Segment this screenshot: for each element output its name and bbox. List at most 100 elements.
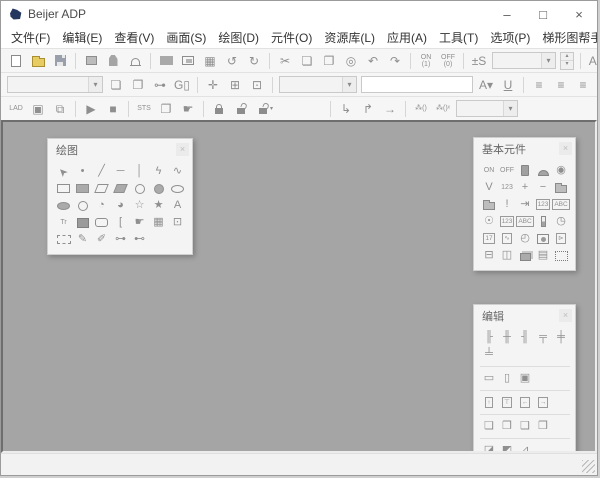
state-all-button[interactable]: ❏ bbox=[106, 76, 126, 94]
multitext-tool[interactable]: Tr bbox=[54, 215, 73, 231]
align-left-button[interactable]: ╟ bbox=[480, 330, 498, 346]
goto-screen-tool[interactable]: ⇥ bbox=[516, 197, 534, 213]
scale-tool[interactable]: ⊡ bbox=[168, 215, 187, 231]
numeric-entry-tool[interactable]: 123 bbox=[534, 197, 552, 213]
position-top-button[interactable]: ⊤ bbox=[498, 395, 516, 411]
crosshair-button[interactable]: ✛ bbox=[203, 76, 223, 94]
find-button[interactable]: ◎ bbox=[341, 52, 361, 70]
slider-h-tool[interactable]: ⊟ bbox=[480, 248, 498, 264]
image-tool[interactable] bbox=[73, 215, 92, 231]
group-button[interactable]: ◪ bbox=[480, 443, 498, 454]
flip-button[interactable]: ⊿ bbox=[516, 443, 534, 454]
new-button[interactable] bbox=[6, 52, 26, 70]
off-state-button[interactable]: OFF(0) bbox=[438, 52, 458, 70]
menu-draw[interactable]: 绘图(D) bbox=[212, 27, 265, 48]
screen-open-tool[interactable] bbox=[552, 180, 570, 196]
align-top-button[interactable]: ╤ bbox=[534, 330, 552, 346]
table-tool[interactable]: ▦ bbox=[149, 215, 168, 231]
stop-button[interactable]: ■ bbox=[103, 100, 123, 118]
screen-combobox[interactable]: ▾ bbox=[7, 76, 103, 93]
download-button[interactable] bbox=[81, 52, 101, 70]
drawing-palette-close-button[interactable]: × bbox=[176, 143, 189, 156]
text-library-button[interactable]: A▯ bbox=[586, 52, 597, 70]
circle-tool[interactable] bbox=[130, 181, 149, 197]
alarm-display-tool[interactable]: ! bbox=[498, 197, 516, 213]
cut-button[interactable]: ✂ bbox=[275, 52, 295, 70]
trend-tool[interactable]: ∿ bbox=[498, 231, 516, 247]
menu-options[interactable]: 选项(P) bbox=[484, 27, 536, 48]
state-arrow-button[interactable]: ❐ bbox=[128, 76, 148, 94]
pie-tool[interactable]: ◔ bbox=[92, 198, 111, 214]
on-tool[interactable]: ON bbox=[480, 163, 498, 179]
screen-list-button[interactable]: ▦ bbox=[200, 52, 220, 70]
menu-screen[interactable]: 画面(S) bbox=[160, 27, 212, 48]
redo-button[interactable]: ↷ bbox=[385, 52, 405, 70]
position-up-button[interactable]: ↑ bbox=[480, 395, 498, 411]
zoom-combobox[interactable]: ▾ bbox=[456, 100, 518, 117]
text-input[interactable] bbox=[361, 76, 473, 93]
arrow-down-right-button[interactable]: ↳ bbox=[336, 100, 356, 118]
align-hcenter-button[interactable]: ╪ bbox=[552, 330, 570, 346]
lock-button[interactable] bbox=[209, 100, 229, 118]
ascii-entry-tool[interactable]: ABC bbox=[552, 197, 570, 213]
increment-tool[interactable]: + bbox=[516, 180, 534, 196]
simulate-button[interactable]: ±S bbox=[469, 52, 489, 70]
date-tool[interactable]: 17 bbox=[480, 231, 498, 247]
menu-edit[interactable]: 编辑(E) bbox=[56, 27, 108, 48]
edit-palette-close-button[interactable]: × bbox=[559, 309, 572, 322]
align-left-button[interactable]: ≡ bbox=[529, 76, 549, 94]
parallelogram-filled-tool[interactable] bbox=[111, 181, 130, 197]
stamp-tool[interactable]: ☛ bbox=[130, 215, 149, 231]
meter-tool[interactable]: ◷ bbox=[552, 214, 570, 230]
menu-object[interactable]: 元件(O) bbox=[265, 27, 318, 48]
point-tool[interactable]: • bbox=[73, 164, 92, 180]
basic-palette-close-button[interactable]: × bbox=[559, 142, 572, 155]
bit-state-button[interactable]: ⊶ bbox=[150, 76, 170, 94]
decrement-tool[interactable]: − bbox=[534, 180, 552, 196]
numeric-state-tool[interactable]: 123 bbox=[498, 180, 516, 196]
parallelogram-tool[interactable] bbox=[92, 181, 111, 197]
status-button[interactable]: STS bbox=[134, 100, 154, 118]
minimize-button[interactable]: – bbox=[489, 1, 525, 27]
dynamic-rect-tool[interactable] bbox=[552, 248, 570, 264]
polyline-tool[interactable]: ϟ bbox=[149, 164, 168, 180]
line-tool[interactable]: ╱ bbox=[92, 164, 111, 180]
multistate-tool[interactable] bbox=[516, 248, 534, 264]
screen-button[interactable] bbox=[156, 52, 176, 70]
ellipse-filled-tool[interactable] bbox=[54, 198, 73, 214]
pie-filled-tool[interactable]: ◕ bbox=[111, 198, 130, 214]
bar-tool[interactable] bbox=[534, 214, 552, 230]
state-combobox[interactable]: ▾ bbox=[492, 52, 556, 69]
grid-button[interactable]: ⊞ bbox=[225, 76, 245, 94]
indicator-tool[interactable]: ◉ bbox=[552, 163, 570, 179]
bring-forward-button[interactable]: ❑ bbox=[516, 419, 534, 435]
snap-button[interactable]: ⊡ bbox=[247, 76, 267, 94]
state-graphic-tool[interactable] bbox=[534, 231, 552, 247]
same-height-button[interactable]: ▯ bbox=[498, 371, 516, 387]
next-screen-button[interactable]: ↻ bbox=[244, 52, 264, 70]
moving-sign-tool[interactable]: ⊳ bbox=[552, 231, 570, 247]
menu-view[interactable]: 查看(V) bbox=[108, 27, 160, 48]
close-button[interactable]: × bbox=[561, 1, 597, 27]
frame-tool[interactable] bbox=[54, 232, 73, 248]
position-right-button[interactable]: → bbox=[534, 395, 552, 411]
column-tool[interactable]: ▤ bbox=[534, 248, 552, 264]
button-tool[interactable] bbox=[534, 163, 552, 179]
submacro-button[interactable]: ⁂()ˣ bbox=[433, 100, 453, 118]
menu-library[interactable]: 资源库(L) bbox=[318, 27, 381, 48]
ungroup-button[interactable]: ◩ bbox=[498, 443, 516, 454]
state-spinner[interactable]: ▴▾ bbox=[560, 52, 574, 70]
maximize-button[interactable]: □ bbox=[525, 1, 561, 27]
link2-tool[interactable]: ⊷ bbox=[130, 232, 149, 248]
text-tool[interactable]: A bbox=[168, 198, 187, 214]
align-right-button[interactable]: ≡ bbox=[573, 76, 593, 94]
resize-grip[interactable] bbox=[582, 460, 595, 473]
brush-tool[interactable]: ✐ bbox=[92, 232, 111, 248]
position-left-button[interactable]: ← bbox=[516, 395, 534, 411]
v-state-tool[interactable]: V bbox=[480, 180, 498, 196]
on-state-button[interactable]: ON(1) bbox=[416, 52, 436, 70]
monitor-button[interactable]: ▣ bbox=[28, 100, 48, 118]
arc-tool[interactable] bbox=[73, 198, 92, 214]
align-vcenter-button[interactable]: ╫ bbox=[498, 330, 516, 346]
underline-button[interactable]: U bbox=[498, 76, 518, 94]
